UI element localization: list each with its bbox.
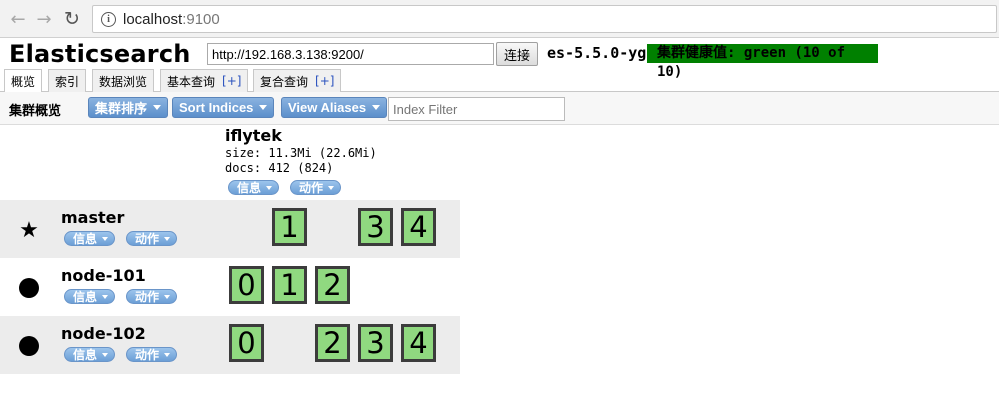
caret-down-icon xyxy=(259,105,268,110)
caret-down-icon xyxy=(102,236,109,241)
tab-add-link[interactable]: [+] xyxy=(222,74,241,88)
back-arrow-icon[interactable]: ← xyxy=(7,8,29,30)
view-aliases-button[interactable]: View Aliases xyxy=(281,97,388,118)
button-label: 信息 xyxy=(73,348,98,362)
caret-down-icon xyxy=(102,352,109,357)
caret-down-icon xyxy=(164,294,171,299)
node-action-button[interactable]: 动作 xyxy=(126,347,178,362)
shard-box[interactable]: 3 xyxy=(358,324,393,362)
caret-down-icon xyxy=(153,105,162,110)
node-name: node-102 xyxy=(61,324,146,343)
shard-box[interactable]: 4 xyxy=(401,208,436,246)
button-label: 动作 xyxy=(135,290,160,304)
button-label: 动作 xyxy=(135,232,160,246)
node-action-button[interactable]: 动作 xyxy=(126,289,178,304)
caret-down-icon xyxy=(164,236,171,241)
node-info-button[interactable]: 信息 xyxy=(64,289,116,304)
sort-indices-button[interactable]: Sort Indices xyxy=(172,97,275,118)
tab-bar: 概览 索引 数据浏览 基本查询 [+] 复合查询 [+] xyxy=(0,69,999,93)
shard-box[interactable]: 2 xyxy=(315,266,350,304)
app-title: Elasticsearch xyxy=(9,40,191,68)
shard-box[interactable]: 1 xyxy=(272,208,307,246)
forward-arrow-icon[interactable]: → xyxy=(33,8,55,30)
caret-down-icon xyxy=(164,352,171,357)
index-action-button[interactable]: 动作 xyxy=(290,180,342,195)
tab-label: 索引 xyxy=(55,74,80,89)
caret-down-icon xyxy=(372,105,381,110)
node-row-master: ★ master 信息 动作 1 3 4 xyxy=(0,200,460,258)
index-info-button[interactable]: 信息 xyxy=(228,180,280,195)
tab-browser[interactable]: 数据浏览 xyxy=(92,69,155,92)
tab-label: 数据浏览 xyxy=(99,74,148,89)
caret-down-icon xyxy=(266,185,273,190)
shard-box[interactable]: 1 xyxy=(272,266,307,304)
connection-url-input[interactable] xyxy=(207,43,494,65)
caret-down-icon xyxy=(102,294,109,299)
circle-icon xyxy=(19,336,39,356)
cluster-sort-button[interactable]: 集群排序 xyxy=(88,97,169,118)
tab-label: 复合查询 xyxy=(260,74,309,89)
button-label: 信息 xyxy=(73,290,98,304)
browser-toolbar: ← → ↻ i localhost:9100 xyxy=(0,0,999,38)
button-label: 信息 xyxy=(237,181,262,195)
button-label: 动作 xyxy=(299,181,324,195)
tab-indices[interactable]: 索引 xyxy=(48,69,87,92)
button-label: 动作 xyxy=(135,348,160,362)
caret-down-icon xyxy=(328,185,335,190)
toolbar-title: 集群概览 xyxy=(9,104,62,119)
cluster-health-badge: 集群健康值: green (10 of 10) xyxy=(647,44,878,80)
tab-add-link[interactable]: [+] xyxy=(315,74,334,88)
tab-complex-query[interactable]: 复合查询 [+] xyxy=(253,69,342,92)
tab-basic-query[interactable]: 基本查询 [+] xyxy=(160,69,249,92)
tab-overview[interactable]: 概览 xyxy=(4,69,43,93)
shard-box[interactable]: 0 xyxy=(229,324,264,362)
shard-box[interactable]: 0 xyxy=(229,266,264,304)
node-info-button[interactable]: 信息 xyxy=(64,347,116,362)
node-name: master xyxy=(61,208,125,227)
node-action-button[interactable]: 动作 xyxy=(126,231,178,246)
index-filter-input[interactable] xyxy=(388,97,565,121)
node-row-node-102: node-102 信息 动作 0 2 3 4 xyxy=(0,316,460,374)
node-name: node-101 xyxy=(61,266,146,285)
url-port: :9100 xyxy=(182,10,220,28)
tab-label: 概览 xyxy=(11,75,36,89)
shard-box[interactable]: 2 xyxy=(315,324,350,362)
cluster-name: es-5.5.0-yg xyxy=(547,44,647,62)
address-bar[interactable]: i localhost:9100 xyxy=(92,5,997,33)
node-row-node-101: node-101 信息 动作 0 1 2 xyxy=(0,258,460,316)
info-icon[interactable]: i xyxy=(101,11,116,27)
connect-button[interactable]: 连接 xyxy=(496,42,538,66)
shard-box[interactable]: 4 xyxy=(401,324,436,362)
button-label: 信息 xyxy=(73,232,98,246)
reload-icon[interactable]: ↻ xyxy=(61,8,83,30)
node-info-button[interactable]: 信息 xyxy=(64,231,116,246)
button-label: Sort Indices xyxy=(179,100,254,115)
button-label: 集群排序 xyxy=(95,101,148,116)
star-icon: ★ xyxy=(19,217,39,243)
circle-icon xyxy=(19,278,39,298)
url-host: localhost xyxy=(123,10,183,28)
shard-box[interactable]: 3 xyxy=(358,208,393,246)
tab-label: 基本查询 xyxy=(167,74,216,89)
index-size: size: 11.3Mi (22.6Mi) xyxy=(225,146,377,160)
overview-toolbar: 集群概览 集群排序 Sort Indices View Aliases xyxy=(0,92,999,125)
index-docs: docs: 412 (824) xyxy=(225,161,334,175)
button-label: View Aliases xyxy=(288,100,367,115)
index-name: iflytek xyxy=(225,126,282,145)
